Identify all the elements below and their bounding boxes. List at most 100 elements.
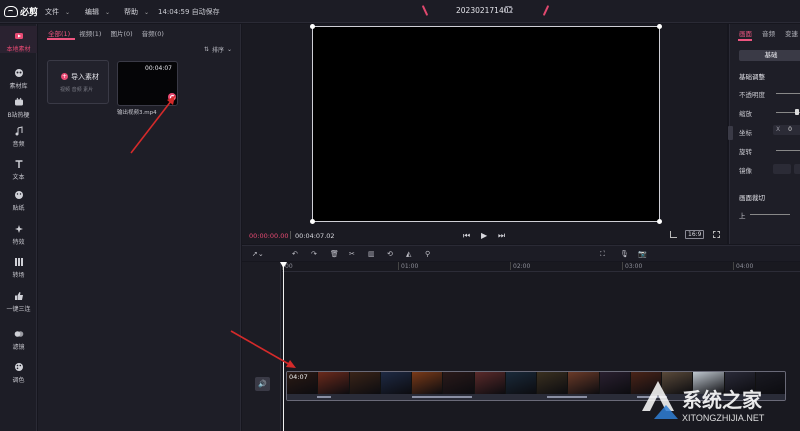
effects-icon bbox=[14, 224, 24, 234]
menu-help[interactable]: 帮助 ⌄ bbox=[124, 7, 149, 17]
active-tab-indicator bbox=[47, 38, 75, 40]
mirror-horizontal-button[interactable] bbox=[773, 164, 791, 174]
autosave-status: 14:04:59 自动保存 bbox=[158, 8, 220, 16]
position-x-field[interactable]: X0 bbox=[773, 125, 800, 135]
freeze-frame-icon[interactable]: ▥ bbox=[368, 250, 375, 258]
app-name: 必剪 bbox=[20, 8, 39, 18]
play-icon[interactable]: ▶ bbox=[481, 231, 487, 240]
rotate-clip-icon[interactable]: ⟲ bbox=[387, 250, 393, 258]
nav-item-10[interactable]: 调色 bbox=[0, 362, 37, 384]
marker-icon[interactable]: ⚲ bbox=[425, 250, 430, 258]
mirror-clip-icon[interactable]: ◭ bbox=[406, 250, 411, 258]
nav-item-7[interactable]: 转场 bbox=[0, 257, 37, 279]
basic-adjust-title: 基础调整 bbox=[739, 73, 765, 81]
sort-button[interactable]: ⇅ 排序 ⌄ bbox=[204, 45, 232, 54]
filmstrip-frame bbox=[505, 372, 537, 394]
position-x-value: 0 bbox=[788, 126, 792, 133]
auto-caption-icon[interactable]: ⛶ bbox=[600, 250, 605, 259]
undo-icon[interactable]: ↶ bbox=[292, 250, 298, 258]
sort-icon: ⇅ bbox=[204, 46, 210, 53]
resize-handle[interactable] bbox=[657, 24, 662, 29]
music-note-icon bbox=[14, 126, 24, 136]
menu-edit[interactable]: 编辑 ⌄ bbox=[85, 7, 110, 17]
decor-slash-icon bbox=[421, 5, 429, 16]
nav-item-2[interactable]: B站热梗 bbox=[0, 97, 37, 119]
nav-item-label: 一键三连 bbox=[6, 306, 31, 313]
nav-item-0[interactable]: 本地素材 bbox=[0, 31, 37, 53]
basic-button[interactable]: 基础 bbox=[739, 50, 800, 61]
crop-top-slider[interactable] bbox=[750, 214, 790, 215]
microphone-icon[interactable]: 🎙 bbox=[620, 250, 629, 258]
filmstrip-frame bbox=[349, 372, 381, 394]
resize-handle[interactable] bbox=[310, 219, 315, 224]
menu-help-label: 帮助 bbox=[124, 8, 138, 16]
collapse-panel-handle[interactable] bbox=[728, 126, 733, 140]
sticker-icon bbox=[14, 190, 24, 200]
track-header-column bbox=[242, 262, 281, 431]
nav-item-6[interactable]: 特效 bbox=[0, 224, 37, 246]
ruler-label: 02:00 bbox=[513, 263, 531, 270]
delete-icon[interactable]: 🗑 bbox=[330, 250, 339, 258]
bilibili-meme-icon bbox=[14, 97, 24, 107]
waveform-segment bbox=[317, 396, 331, 398]
timecode-divider bbox=[290, 231, 291, 239]
filmstrip-frame bbox=[318, 372, 350, 394]
tab-all[interactable]: 全部(1) bbox=[48, 28, 70, 38]
rotate-slider[interactable] bbox=[776, 150, 800, 151]
nav-item-label: B站热梗 bbox=[7, 112, 30, 119]
waveform-segment bbox=[547, 396, 587, 398]
playhead[interactable] bbox=[283, 262, 284, 431]
fullscreen-icon[interactable] bbox=[713, 231, 720, 238]
preview-canvas[interactable] bbox=[310, 24, 662, 224]
redo-icon[interactable]: ↷ bbox=[311, 250, 317, 258]
media-tabs: 全部(1) 视频(1) 图片(0) 音频(0) bbox=[48, 28, 164, 38]
filmstrip-frame bbox=[412, 372, 444, 394]
tab-audio-props[interactable]: 音频 bbox=[762, 28, 775, 38]
transition-icon bbox=[14, 257, 24, 267]
tab-image[interactable]: 图片(0) bbox=[110, 28, 132, 38]
select-tool-icon[interactable]: ➚⌄ bbox=[252, 250, 264, 258]
nav-item-9[interactable]: 滤镜 bbox=[0, 329, 37, 351]
time-ruler[interactable]: 00 01:00 02:00 03:00 04:00 bbox=[282, 262, 800, 272]
top-bar: 必剪 文件 ⌄ 编辑 ⌄ 帮助 ⌄ 14:04:59 自动保存 20230217… bbox=[0, 0, 800, 23]
mirror-label: 镜像 bbox=[739, 167, 752, 175]
rename-icon[interactable] bbox=[505, 6, 512, 13]
aspect-ratio-button[interactable]: 16:9 bbox=[685, 230, 705, 239]
speaker-icon[interactable]: 🔊 bbox=[255, 377, 270, 391]
opacity-slider[interactable] bbox=[776, 93, 800, 94]
tab-video[interactable]: 视频(1) bbox=[79, 28, 101, 38]
camera-icon[interactable]: 📷 bbox=[638, 250, 647, 258]
skip-forward-icon[interactable]: ⏭ bbox=[498, 231, 505, 241]
tab-speed[interactable]: 变速 bbox=[785, 28, 798, 38]
nav-item-5[interactable]: 贴纸 bbox=[0, 190, 37, 212]
filmstrip-frame bbox=[568, 372, 600, 394]
import-media-button[interactable]: + 导入素材 视频 音频 素片 bbox=[47, 60, 109, 104]
split-icon[interactable]: ✂ bbox=[349, 250, 355, 258]
add-to-timeline-icon[interactable] bbox=[168, 93, 176, 101]
tab-picture[interactable]: 画面 bbox=[739, 28, 752, 38]
ruler-tick bbox=[510, 262, 511, 270]
material-library-icon bbox=[14, 68, 24, 78]
active-tab-indicator bbox=[738, 39, 752, 41]
nav-item-1[interactable]: 素材库 bbox=[0, 68, 37, 90]
mirror-vertical-button[interactable] bbox=[794, 164, 800, 174]
nav-item-4[interactable]: 文本 bbox=[0, 159, 37, 181]
rotate-label: 旋转 bbox=[739, 148, 752, 156]
crop-icon[interactable] bbox=[670, 231, 677, 238]
clip-duration: 00:04:07 bbox=[145, 65, 172, 72]
preview-panel: 00:00:00.00 00:04:07.02 ⏮ ▶ ⏭ 16:9 bbox=[242, 24, 727, 244]
menu-file-label: 文件 bbox=[45, 8, 59, 16]
tab-audio[interactable]: 音频(0) bbox=[142, 28, 164, 38]
nav-item-3[interactable]: 音频 bbox=[0, 126, 37, 148]
resize-handle[interactable] bbox=[657, 219, 662, 224]
nav-item-label: 转场 bbox=[12, 272, 25, 279]
menu-file[interactable]: 文件 ⌄ bbox=[45, 7, 70, 17]
ruler-label: 01:00 bbox=[401, 263, 419, 270]
nav-item-8[interactable]: 一键三连 bbox=[0, 291, 37, 313]
nav-item-label: 本地素材 bbox=[6, 46, 31, 53]
filmstrip-frame bbox=[380, 372, 412, 394]
skip-back-icon[interactable]: ⏮ bbox=[463, 231, 470, 241]
scale-slider-knob[interactable] bbox=[795, 109, 799, 115]
resize-handle[interactable] bbox=[310, 24, 315, 29]
media-clip-thumbnail[interactable]: 00:04:07 bbox=[117, 61, 178, 106]
